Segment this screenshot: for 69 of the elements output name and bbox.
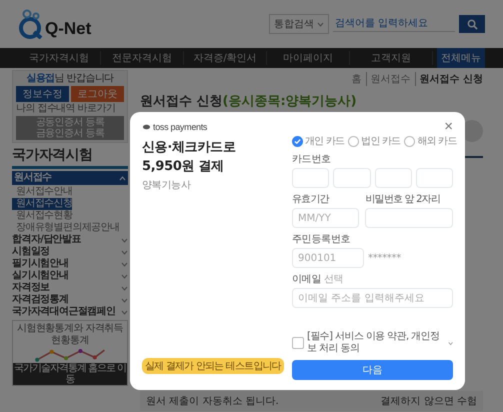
logo-icon	[18, 9, 44, 39]
submenu-item[interactable]: 장애유형별편의제공안내	[12, 222, 120, 234]
caret-icon	[317, 22, 324, 27]
card-number-field[interactable]	[333, 168, 370, 188]
expiry-field[interactable]: MM/YY	[292, 208, 360, 228]
notice-text: 결제하지 않으면 수험	[380, 395, 477, 408]
submenu-item[interactable]: 원서접수안내	[12, 186, 72, 198]
breadcrumb-item[interactable]: 원서접수	[366, 72, 411, 86]
nav-tab[interactable]: 자격증/확인서	[184, 51, 267, 65]
search-button[interactable]	[459, 15, 485, 33]
card-number-field[interactable]	[374, 168, 412, 188]
stats-link[interactable]: 국가기술자격통계 홈으로 이동	[13, 363, 127, 385]
nav-tab[interactable]: 국가자격시험	[18, 51, 101, 65]
notice-text: 원서 제출이 자동취소 됩니다.	[146, 395, 279, 408]
card-type-radio[interactable]: 법인 카드	[348, 134, 400, 148]
nav-tab[interactable]: 전문자격시험	[101, 51, 184, 65]
field-label: 비밀번호 앞 2자리	[365, 193, 442, 206]
field-label: 유효기간	[292, 193, 330, 206]
account-button[interactable]: 로그아웃	[71, 86, 124, 102]
nav-tab[interactable]: 고객지원	[350, 51, 433, 65]
submenu-item[interactable]: 원서접수현황	[12, 210, 72, 222]
menu-item[interactable]: 원서접수	[12, 171, 128, 185]
search-field[interactable]: 검색어를 입력하세요	[333, 16, 455, 32]
menu-item[interactable]: 국가자격대여근절캠페인	[12, 306, 128, 318]
test-mode-badge: 실제 결제가 안되는 테스트입니다	[142, 358, 284, 374]
all-menu-button[interactable]: 전체메뉴	[437, 48, 485, 68]
user-name: 실용접	[26, 73, 55, 84]
brand-icon	[142, 123, 151, 131]
menu-item[interactable]: 자격정보	[12, 282, 128, 294]
card-type-radio[interactable]: 해외 카드	[404, 134, 457, 148]
menu-item[interactable]: 실기시험안내	[12, 270, 128, 282]
brand-logo: toss payments	[153, 122, 208, 132]
card-type-radio[interactable]: 개인 카드	[292, 134, 344, 148]
exam-subject: (응시종목:양복기능사)	[222, 94, 357, 109]
menu-item[interactable]: 자격검정통계	[12, 294, 128, 306]
payment-heading: 신용·체크카드로	[142, 139, 237, 157]
agreement-text: [필수] 서비스 이용 약관, 개인정보 처리 동의	[307, 331, 440, 355]
site-logo[interactable]: Q-Net	[45, 19, 92, 39]
nav-tab[interactable]: 마이페이지	[267, 51, 350, 65]
chevron-up-icon	[119, 176, 126, 180]
submenu-item[interactable]: 원서접수신청	[12, 198, 72, 210]
stats-caption: 시험현황통계와 자격취득현황통계	[16, 323, 124, 347]
breadcrumb-item[interactable]: 원서접수 신청	[414, 72, 483, 86]
birthdate-field[interactable]: 900101	[292, 248, 364, 268]
agreement-checkbox[interactable]	[292, 337, 304, 349]
masked-digits: *******	[368, 252, 401, 264]
field-label: 주민등록번호	[292, 233, 352, 246]
menu-item[interactable]: 합격자/답안발표	[12, 234, 128, 246]
card-number-field[interactable]	[416, 168, 453, 188]
password-field[interactable]	[365, 208, 453, 228]
receipt-link[interactable]: 나의 접수내역 바로가기	[16, 103, 124, 115]
page-title: 원서접수 신청	[140, 94, 223, 109]
menu-item[interactable]: 시험일정	[12, 246, 128, 258]
field-label: 카드번호	[292, 153, 332, 166]
payment-heading: 5,950원 결제	[142, 158, 225, 176]
close-button[interactable]: ×	[444, 120, 453, 134]
field-label: 이메일	[292, 274, 322, 285]
search-scope-select[interactable]: 통합검색	[268, 14, 329, 34]
optional-tag: 선택	[324, 274, 344, 285]
email-field[interactable]: 이메일 주소를 입력해주세요	[292, 288, 453, 308]
card-number-field[interactable]	[292, 168, 330, 188]
menu-item[interactable]: 필기시험안내	[12, 258, 128, 270]
search-icon	[466, 18, 478, 30]
greeting-text: 님 반갑습니다	[54, 73, 114, 84]
account-button[interactable]: 정보수정	[16, 86, 69, 102]
next-button[interactable]: 다음	[292, 360, 453, 380]
chevron-down-icon[interactable]	[448, 340, 453, 346]
product-name: 양복기능사	[142, 179, 192, 192]
breadcrumb-item[interactable]: 홈	[352, 72, 362, 86]
